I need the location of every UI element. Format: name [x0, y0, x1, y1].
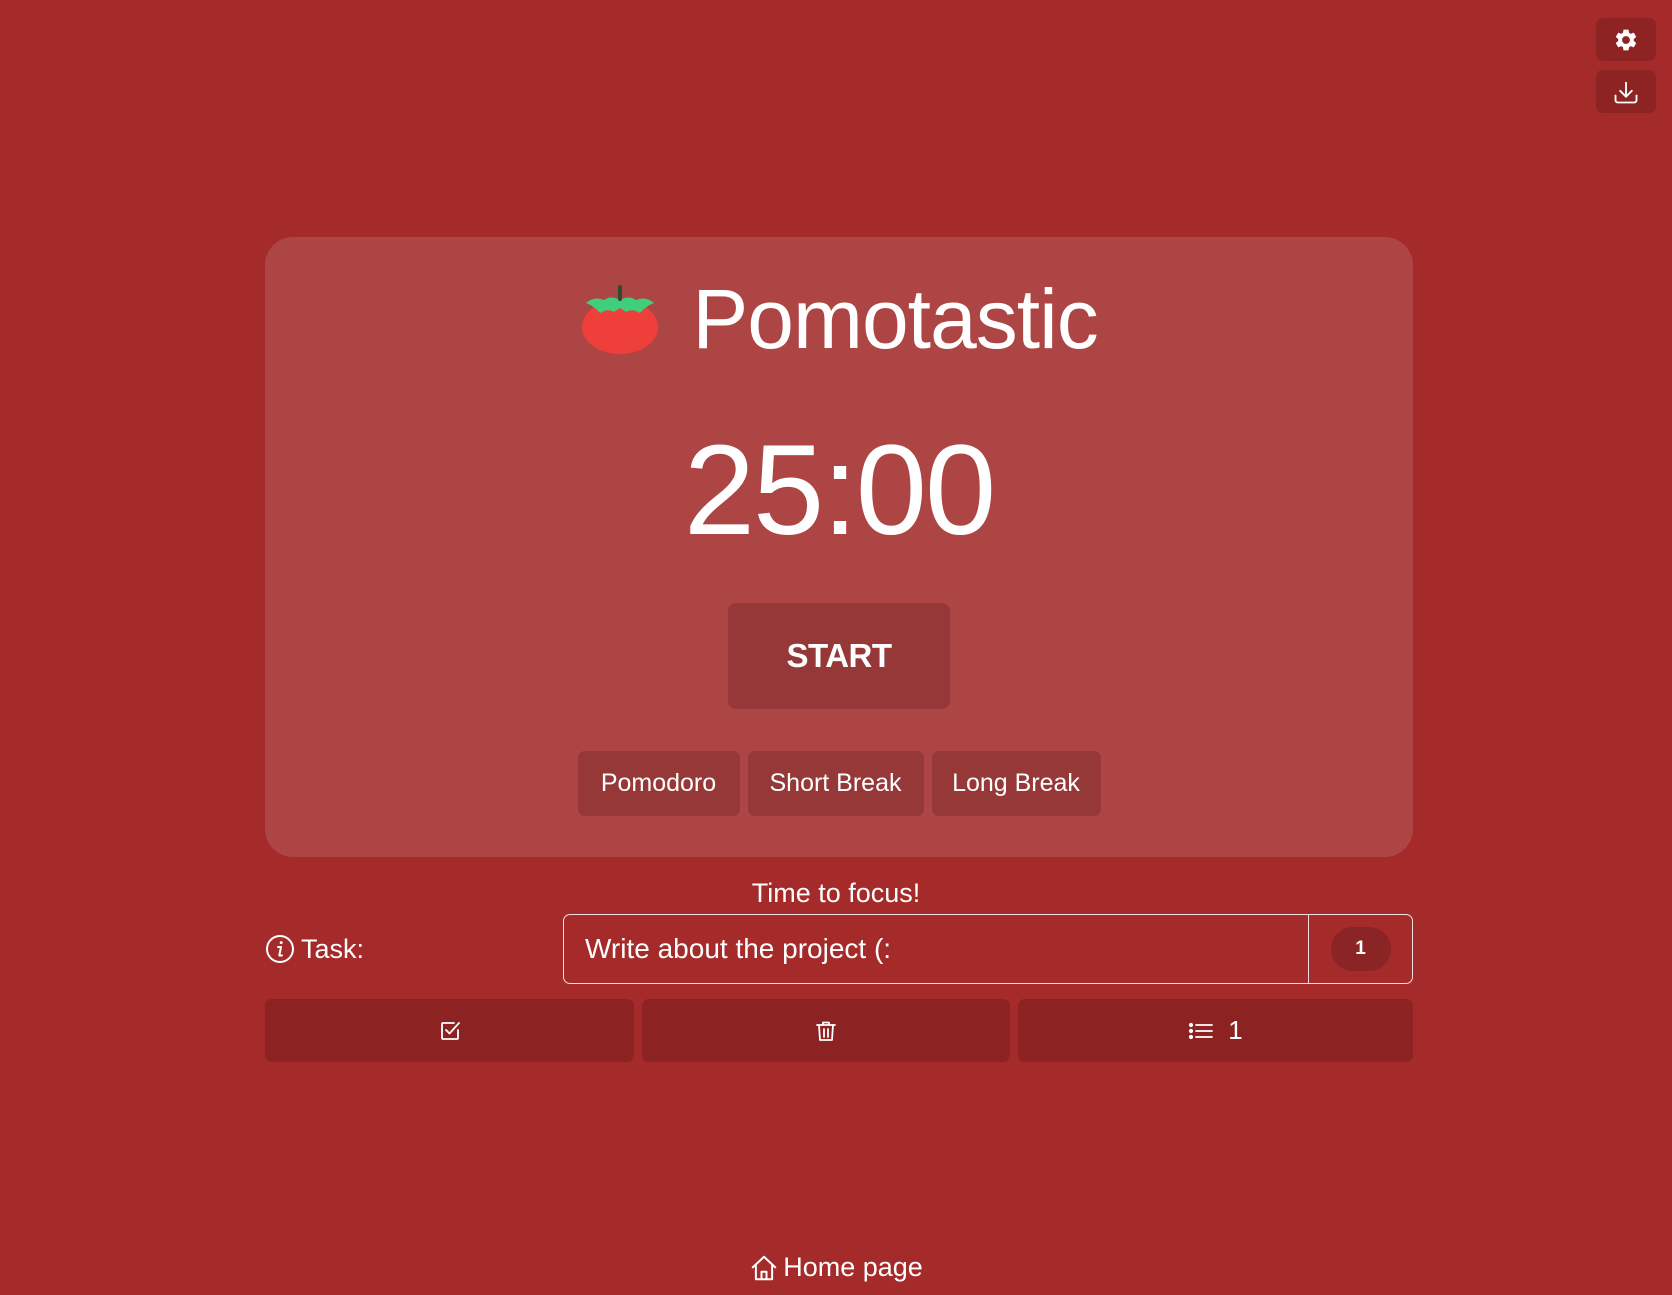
- task-actions: 1: [265, 999, 1413, 1062]
- task-input-group: 1: [563, 914, 1413, 984]
- task-label: Task:: [265, 931, 364, 967]
- tomato-icon: [580, 283, 660, 355]
- complete-task-button[interactable]: [265, 999, 634, 1062]
- task-list-count: 1: [1228, 1015, 1243, 1045]
- pomodoro-count-badge: 1: [1330, 927, 1391, 971]
- download-button[interactable]: [1596, 70, 1656, 113]
- home-icon: [749, 1253, 779, 1283]
- short-break-mode-button[interactable]: Short Break: [747, 751, 924, 816]
- task-input[interactable]: [564, 915, 1308, 983]
- settings-button[interactable]: [1596, 18, 1656, 61]
- start-button[interactable]: START: [728, 603, 950, 709]
- list-icon: [1188, 1019, 1214, 1043]
- long-break-mode-button[interactable]: Long Break: [931, 751, 1101, 816]
- download-icon: [1612, 78, 1640, 106]
- home-page-link[interactable]: Home page: [0, 1252, 1672, 1283]
- gear-icon: [1613, 27, 1639, 53]
- timer-card: Pomotastic 25:00 START Pomodoro Short Br…: [265, 237, 1413, 857]
- app-title: Pomotastic: [692, 272, 1098, 366]
- timer-display: 25:00: [683, 419, 996, 562]
- check-square-icon: [438, 1019, 462, 1043]
- pomodoro-mode-button[interactable]: Pomodoro: [577, 751, 740, 816]
- pomodoro-count-cell: 1: [1308, 915, 1412, 983]
- mode-selector: Pomodoro Short Break Long Break: [265, 751, 1413, 816]
- status-message: Time to focus!: [751, 878, 921, 908]
- task-list-button[interactable]: 1: [1018, 999, 1413, 1062]
- delete-task-button[interactable]: [642, 999, 1010, 1062]
- trash-icon: [814, 1019, 838, 1043]
- brand: Pomotastic: [265, 277, 1413, 361]
- task-label-text: Task:: [301, 933, 365, 964]
- info-icon[interactable]: [265, 934, 295, 964]
- home-page-label: Home page: [783, 1252, 923, 1282]
